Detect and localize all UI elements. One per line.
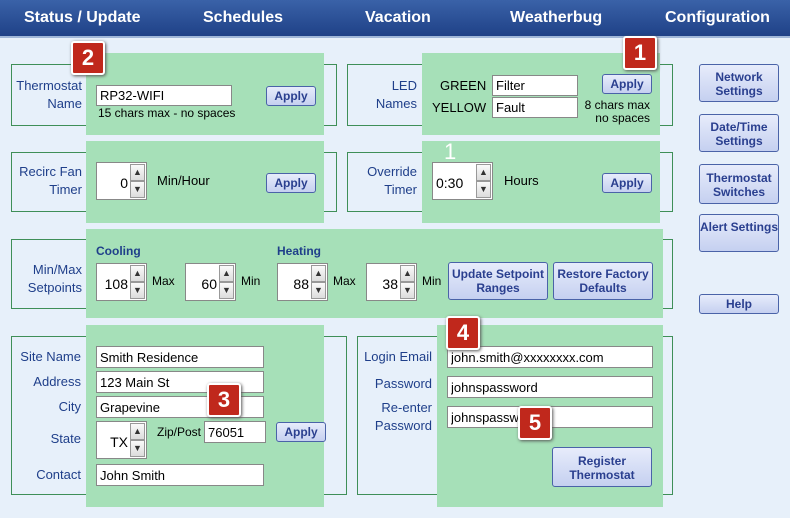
thermostat-name-input[interactable] (96, 85, 232, 106)
cool-max-stepper[interactable]: 108 ▲ ▼ (96, 263, 147, 301)
cool-min-up-arrow-icon[interactable]: ▲ (219, 265, 234, 282)
recirc-apply-button[interactable]: Apply (266, 173, 316, 193)
callout-badge-5: 5 (518, 406, 552, 440)
top-nav: Status / Update Schedules Vacation Weath… (0, 0, 790, 36)
callout-badge-3: 3 (207, 383, 241, 417)
cooling-title: Cooling (96, 244, 141, 258)
tab-weatherbug[interactable]: Weatherbug (510, 9, 602, 27)
heat-max-down-arrow-icon[interactable]: ▼ (311, 282, 326, 299)
thermostat-name-apply-button[interactable]: Apply (266, 86, 316, 106)
cool-min-label: Min (241, 274, 261, 288)
led-hint-1: 8 chars max (584, 98, 650, 112)
override-apply-button[interactable]: Apply (602, 173, 652, 193)
state-down-arrow-icon[interactable]: ▼ (130, 440, 145, 457)
zip-input[interactable] (204, 421, 266, 443)
address-label: Address (33, 374, 81, 389)
led-hint-2: no spaces (595, 111, 650, 125)
heat-min-down-arrow-icon[interactable]: ▼ (400, 282, 415, 299)
site-apply-button[interactable]: Apply (276, 422, 326, 442)
heat-min-label: Min (422, 274, 442, 288)
site-name-label: Site Name (20, 349, 81, 364)
tab-configuration[interactable]: Configuration (665, 9, 770, 27)
reenter-password-label: Re-enter Password (374, 400, 432, 433)
help-button[interactable]: Help (699, 294, 779, 314)
password-input[interactable] (447, 376, 653, 398)
heat-min-up-arrow-icon[interactable]: ▲ (400, 265, 415, 282)
recirc-label: Recirc Fan Timer (19, 164, 82, 197)
register-thermostat-button[interactable]: Register Thermostat (552, 447, 652, 487)
led-apply-button[interactable]: Apply (602, 74, 652, 94)
login-email-label: Login Email (364, 349, 432, 364)
recirc-down-arrow-icon[interactable]: ▼ (130, 181, 145, 198)
state-up-arrow-icon[interactable]: ▲ (130, 423, 145, 440)
override-stepper[interactable]: 0:30 ▲ ▼ (432, 162, 493, 200)
recirc-stepper[interactable]: 0 ▲ ▼ (96, 162, 147, 200)
override-unit: Hours (504, 173, 539, 188)
recirc-up-arrow-icon[interactable]: ▲ (130, 164, 145, 181)
tab-schedules[interactable]: Schedules (203, 9, 283, 27)
heat-max-label: Max (333, 274, 356, 288)
site-name-input[interactable] (96, 346, 264, 368)
override-down-arrow-icon[interactable]: ▼ (476, 181, 491, 198)
network-settings-button[interactable]: Network Settings (699, 64, 779, 102)
led-yellow-input[interactable] (492, 97, 578, 118)
heat-max-up-arrow-icon[interactable]: ▲ (311, 265, 326, 282)
city-label: City (58, 399, 81, 414)
state-label: State (50, 431, 81, 446)
led-green-label: GREEN (440, 78, 487, 93)
led-yellow-label: YELLOW (432, 100, 487, 115)
callout-badge-2: 2 (71, 41, 105, 75)
cool-min-stepper[interactable]: 60 ▲ ▼ (185, 263, 236, 301)
thermostat-name-label: Thermostat Name (16, 78, 82, 111)
heat-min-stepper[interactable]: 38 ▲ ▼ (366, 263, 417, 301)
recirc-unit: Min/Hour (157, 173, 210, 188)
restore-factory-defaults-button[interactable]: Restore Factory Defaults (553, 262, 653, 300)
thermostat-name-hint: 15 chars max - no spaces (98, 106, 236, 120)
led-green-input[interactable] (492, 75, 578, 96)
setpoints-label: Min/Max Setpoints (27, 262, 82, 295)
datetime-settings-button[interactable]: Date/Time Settings (699, 114, 779, 152)
tab-vacation[interactable]: Vacation (365, 9, 431, 27)
thermostat-switches-button[interactable]: Thermostat Switches (699, 164, 779, 204)
led-names-label: LED Names (375, 78, 417, 111)
password-label: Password (374, 376, 432, 391)
cool-min-down-arrow-icon[interactable]: ▼ (219, 282, 234, 299)
callout-badge-1: 1 (623, 36, 657, 70)
override-up-arrow-icon[interactable]: ▲ (476, 164, 491, 181)
contact-input[interactable] (96, 464, 264, 486)
override-label: Override Timer (367, 164, 417, 197)
state-stepper[interactable]: TX ▲ ▼ (96, 421, 147, 459)
heat-max-stepper[interactable]: 88 ▲ ▼ (277, 263, 328, 301)
contact-label: Contact (36, 467, 81, 482)
alert-settings-button[interactable]: Alert Settings (699, 214, 779, 252)
cool-max-up-arrow-icon[interactable]: ▲ (130, 265, 145, 282)
zip-label: Zip/Post (157, 425, 202, 439)
update-setpoint-ranges-button[interactable]: Update Setpoint Ranges (448, 262, 548, 300)
callout-badge-4: 4 (446, 316, 480, 350)
cool-max-down-arrow-icon[interactable]: ▼ (130, 282, 145, 299)
heating-title: Heating (277, 244, 322, 258)
cool-max-label: Max (152, 274, 175, 288)
tab-status-update[interactable]: Status / Update (24, 9, 140, 27)
